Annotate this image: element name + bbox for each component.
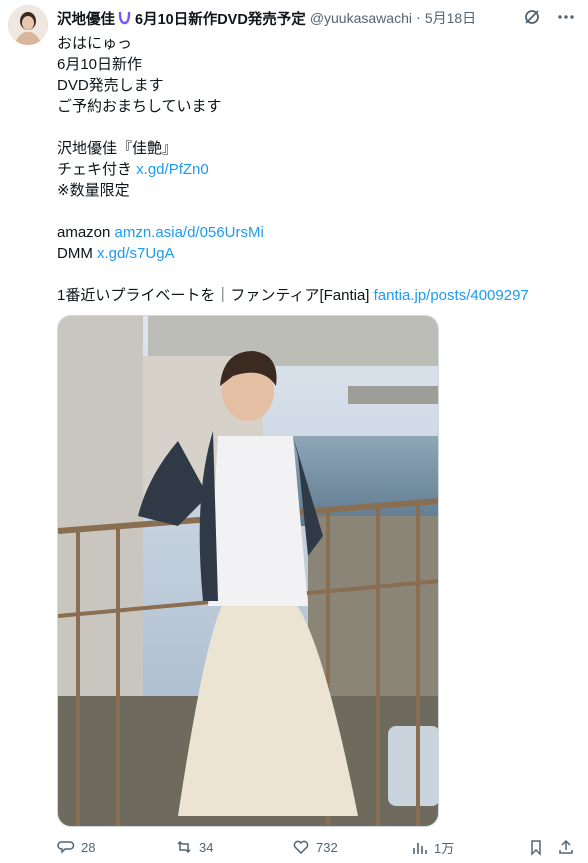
tweet-link[interactable]: fantia.jp/posts/4009297: [374, 287, 529, 304]
photo-image: [58, 316, 438, 826]
separator: ·: [415, 10, 421, 26]
avatar-image: [8, 5, 48, 45]
tweet-line: 6月10日新作: [57, 56, 143, 73]
tweet-line: [57, 264, 577, 285]
tweet-date[interactable]: 5月18日: [425, 8, 476, 28]
tweet-photo[interactable]: [57, 315, 439, 827]
tweet-actions: 28 34 732 1万: [57, 838, 577, 860]
share-button[interactable]: [557, 838, 575, 856]
tweet-line: DMM x.gd/s7UgA: [57, 245, 175, 262]
tweet-header: 沢地優佳 6月10日新作DVD発売予定 @yuukasawachi · 5月18…: [57, 8, 476, 28]
heart-icon: [293, 840, 309, 855]
like-count: 732: [316, 839, 338, 855]
author-headline[interactable]: 6月10日新作DVD発売予定: [135, 8, 306, 29]
author-name[interactable]: 沢地優佳: [57, 8, 115, 29]
reply-button[interactable]: 28: [57, 838, 95, 856]
tweet-line: 沢地優佳『佳艶』: [57, 140, 178, 157]
tweet-line: ※数量限定: [57, 182, 130, 199]
views-button[interactable]: 1万: [410, 838, 454, 857]
reply-count: 28: [81, 839, 96, 855]
tweet-line: [57, 201, 577, 222]
tweet-link[interactable]: x.gd/s7UgA: [97, 245, 175, 262]
share-icon: [559, 839, 573, 854]
tweet-top-actions: [522, 7, 576, 27]
tweet-link[interactable]: x.gd/PfZn0: [136, 161, 209, 178]
retweet-count: 34: [199, 839, 214, 855]
author-handle[interactable]: @yuukasawachi: [310, 10, 412, 26]
reply-icon: [57, 841, 75, 854]
tweet-line: DVD発売します: [57, 77, 164, 94]
avatar[interactable]: [8, 5, 48, 45]
views-icon: [413, 842, 427, 854]
retweet-icon: [177, 840, 191, 854]
bookmark-icon: [531, 840, 541, 856]
tweet-link[interactable]: amzn.asia/d/056UrsMi: [115, 224, 264, 241]
tweet-text: おはにゅっ 6月10日新作 DVD発売します ご予約おまちしています 沢地優佳『…: [57, 33, 577, 306]
tweet-line: amazon amzn.asia/d/056UrsMi: [57, 224, 264, 241]
tweet-line: ご予約おまちしています: [57, 98, 222, 115]
tweet-line: [57, 117, 577, 138]
more-icon[interactable]: [556, 7, 576, 27]
tweet-line: おはにゅっ: [57, 35, 133, 52]
tweet-line: チェキ付き x.gd/PfZn0: [57, 161, 209, 178]
retweet-button[interactable]: 34: [175, 838, 213, 856]
tweet-line: 1番近いプライベートを｜ファンティア[Fantia] fantia.jp/pos…: [57, 287, 529, 304]
grok-icon[interactable]: [522, 7, 542, 27]
bookmark-button[interactable]: [527, 838, 545, 856]
views-count: 1万: [434, 841, 455, 856]
purple-horseshoe-icon: [117, 11, 132, 26]
like-button[interactable]: 732: [292, 838, 338, 856]
